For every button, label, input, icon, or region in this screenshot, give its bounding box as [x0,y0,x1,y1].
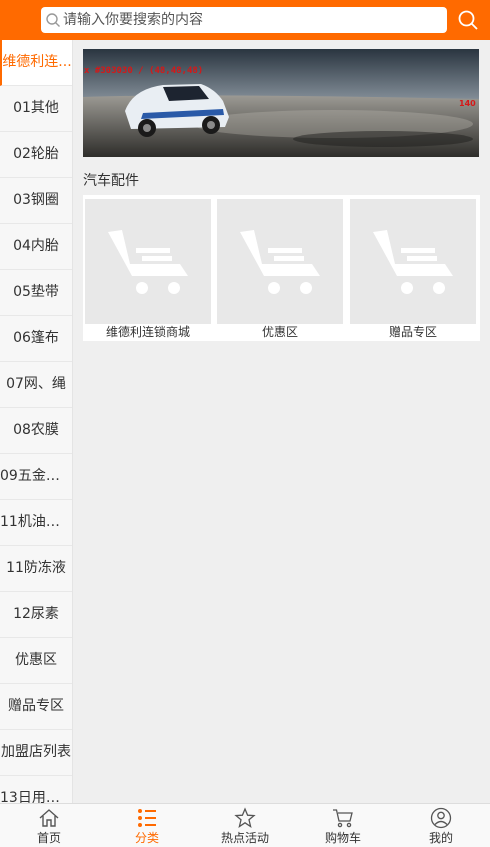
sidebar-item-inner-tubes[interactable]: 04内胎 [0,224,72,270]
banner-overlay-text: x #303030 / (48,48,48) [84,66,203,76]
category-grid: 维德利连锁商城 优惠区 赠品专区 [83,195,480,341]
tile-label: 优惠区 [261,325,298,339]
sidebar-item-other[interactable]: 01其他 [0,86,72,132]
sidebar-item-flaps[interactable]: 05垫带 [0,270,72,316]
nav-mine[interactable]: 我的 [392,804,490,847]
tile-label: 赠品专区 [388,325,437,339]
banner-car-image: x #303030 / (48,48,48) 140 [83,49,479,157]
tile-label: 维德利连锁商城 [105,325,190,339]
tile-placeholder [350,199,476,324]
sidebar-item-weidelilian[interactable]: 维德利连... [0,40,72,86]
nav-label-home: 首页 [36,831,61,845]
search-box[interactable] [41,7,447,33]
nav-label-hot-events: 热点活动 [220,831,269,845]
sidebar-item-franchise-list[interactable]: 加盟店列表 [0,730,72,776]
nav-label-cart: 购物车 [324,831,361,845]
tile-placeholder [217,199,343,324]
promo-banner[interactable]: x #303030 / (48,48,48) 140 [83,49,479,157]
star-icon [234,807,256,828]
nav-cart[interactable]: 购物车 [294,804,392,847]
sidebar-item-antifreeze[interactable]: 11防冻液 [0,546,72,592]
sidebar-item-discount[interactable]: 优惠区 [0,638,72,684]
sidebar-item-gifts[interactable]: 赠品专区 [0,684,72,730]
user-icon [430,807,452,829]
nav-label-category: 分类 [134,831,159,845]
category-sidebar[interactable]: 维德利连... 01其他 02轮胎 03钢圈 04内胎 05垫带 06篷布 07… [0,40,73,803]
nav-label-mine: 我的 [428,831,453,845]
sidebar-item-daily-goods[interactable]: 13日用百... [0,776,72,803]
search-input[interactable] [61,8,433,32]
nav-hot-events[interactable]: 热点活动 [196,804,294,847]
tile-discount-zone[interactable]: 优惠区 [217,199,343,341]
nav-home[interactable]: 首页 [0,804,98,847]
sidebar-item-hardware[interactable]: 09五金、... [0,454,72,500]
shopping-cart-icon [240,229,320,294]
cart-icon [333,809,353,828]
nav-category[interactable]: 分类 [98,804,196,847]
sidebar-item-agri-film[interactable]: 08农膜 [0,408,72,454]
search-icon [46,13,60,27]
tile-placeholder [85,199,211,324]
sidebar-item-nets-ropes[interactable]: 07网、绳 [0,362,72,408]
bottom-nav: 首页 分类 热点活动 购物车 我的 [0,803,490,847]
shopping-cart-icon [108,229,188,294]
sidebar-item-engine-oil[interactable]: 11机油、... [0,500,72,546]
header-bar [0,0,490,40]
tile-gift-zone[interactable]: 赠品专区 [350,199,476,341]
sidebar-item-tires[interactable]: 02轮胎 [0,132,72,178]
home-icon [39,809,59,827]
search-button-icon[interactable] [457,9,479,31]
banner-corner-text: 140 [459,99,476,108]
category-icon [138,809,156,827]
tile-weidelilian-mall[interactable]: 维德利连锁商城 [85,199,211,341]
sidebar-item-rims[interactable]: 03钢圈 [0,178,72,224]
sidebar-item-urea[interactable]: 12尿素 [0,592,72,638]
shopping-cart-icon [373,229,453,294]
section-title: 汽车配件 [83,173,139,189]
sidebar-item-tarpaulin[interactable]: 06篷布 [0,316,72,362]
